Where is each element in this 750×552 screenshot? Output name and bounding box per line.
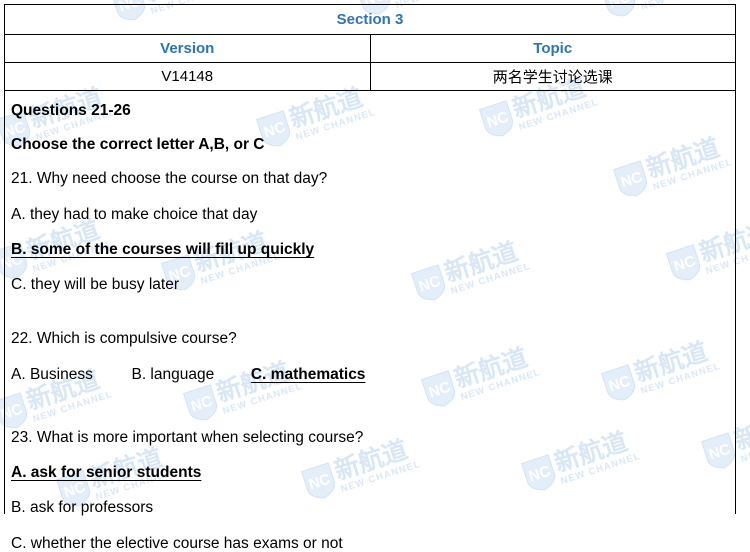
topic-column-header: Topic — [369, 34, 736, 63]
question-22-option-a[interactable]: A. Business — [11, 366, 93, 383]
section-title-cell: Section 3 — [4, 4, 736, 35]
version-column-header: Version — [4, 34, 371, 63]
question-22-option-c[interactable]: C. mathematics — [251, 366, 366, 383]
questions-range-heading: Questions 21-26 — [11, 102, 131, 119]
question-22-prompt: 22. Which is compulsive course? — [11, 330, 237, 347]
question-23-prompt: 23. What is more important when selectin… — [11, 429, 364, 446]
table-row-values: V14148 两名学生讨论选课 — [4, 62, 736, 91]
instruction-line: Choose the correct letter A,B, or C — [11, 135, 265, 153]
question-21-option-a[interactable]: A. they had to make choice that day — [5, 187, 735, 223]
document-page: Section 3 Version Topic V14148 两名学生讨论选课 … — [0, 0, 750, 551]
questions-body: Questions 21-26 Choose the correct lette… — [4, 90, 736, 551]
question-23-option-b[interactable]: B. ask for professors — [5, 480, 735, 516]
question-22-options-row: A. Business B. language C. mathematics — [5, 347, 735, 383]
question-23-option-a[interactable]: A. ask for senior students — [5, 446, 735, 481]
question-21-option-b[interactable]: B. some of the courses will fill up quic… — [5, 222, 735, 258]
topic-value-cell: 两名学生讨论选课 — [369, 62, 736, 91]
question-23-option-c[interactable]: C. whether the elective course has exams… — [5, 516, 735, 552]
section-header-table: Section 3 Version Topic V14148 两名学生讨论选课 — [4, 4, 736, 91]
question-22-option-b[interactable]: B. language — [131, 366, 214, 383]
table-row-column-headers: Version Topic — [4, 34, 736, 63]
question-21-prompt: 21. Why need choose the course on that d… — [11, 170, 328, 187]
table-row-section: Section 3 — [4, 4, 736, 35]
question-21-option-c[interactable]: C. they will be busy later — [5, 258, 735, 293]
version-value-cell: V14148 — [4, 62, 371, 91]
